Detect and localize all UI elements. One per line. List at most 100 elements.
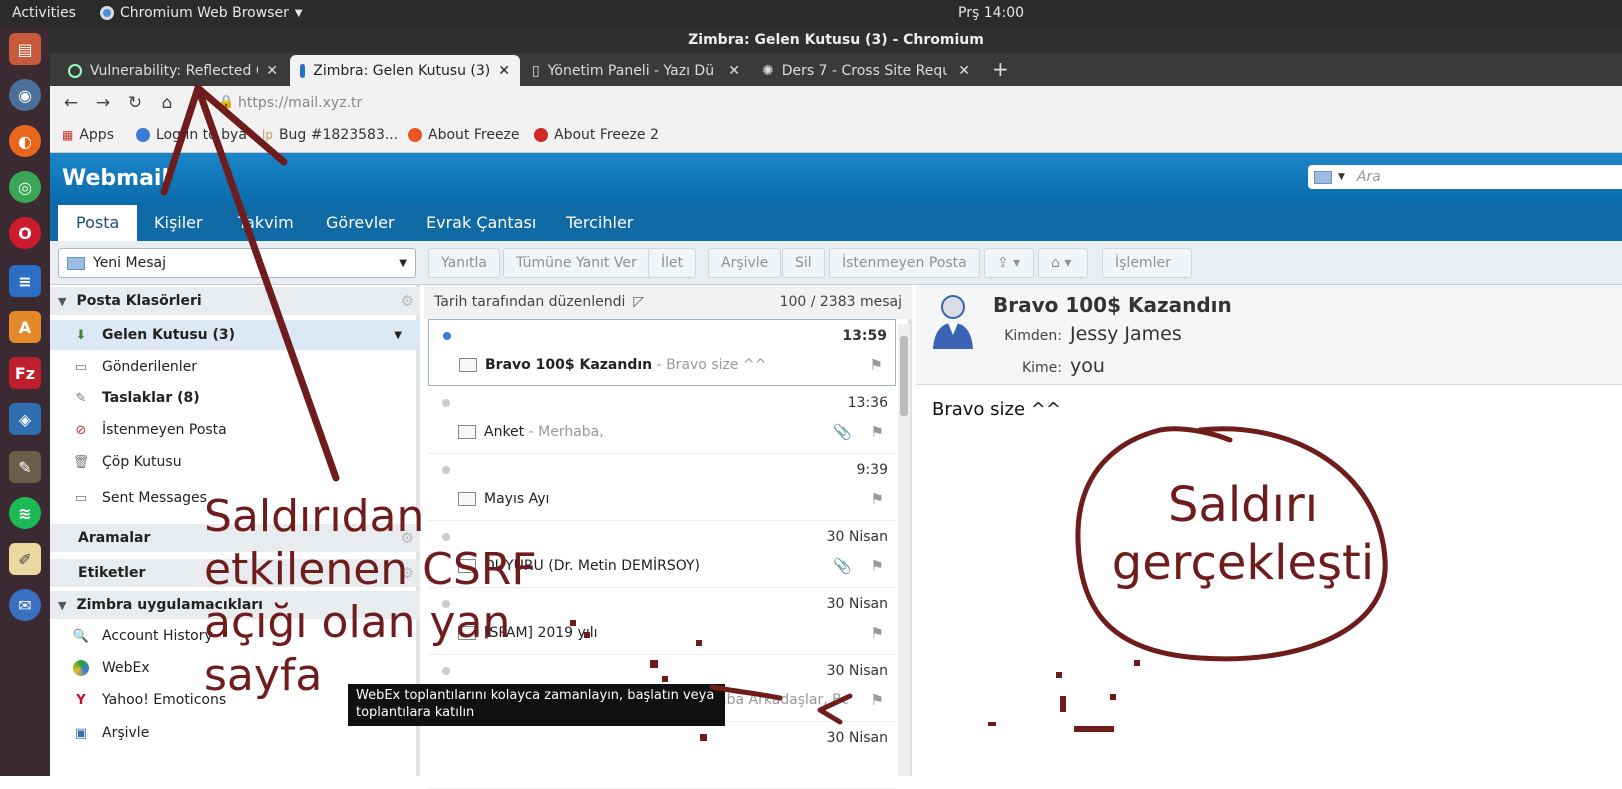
filezilla-icon[interactable]: Fz bbox=[9, 357, 41, 389]
tab-ders7[interactable]: ✺ Ders 7 - Cross Site Reques ✕ bbox=[752, 55, 980, 86]
url-field[interactable]: https://mail.xyz.tr bbox=[238, 95, 362, 111]
forward-button[interactable]: İlet bbox=[648, 248, 697, 278]
folder-trash[interactable]: 🗑 Çöp Kutusu bbox=[50, 447, 420, 477]
folder-label: İstenmeyen Posta bbox=[102, 422, 227, 438]
tab-tercihler[interactable]: Tercihler bbox=[548, 205, 651, 241]
archive-button[interactable]: Arşivle bbox=[708, 248, 782, 278]
close-tab-icon[interactable]: ✕ bbox=[498, 63, 510, 79]
app-menu-label: Chromium Web Browser bbox=[120, 5, 289, 21]
home-icon[interactable]: ⌂ bbox=[156, 93, 178, 113]
software-center-icon[interactable]: A bbox=[9, 311, 41, 343]
writer-icon[interactable]: ≡ bbox=[9, 265, 41, 297]
thunderbird-icon[interactable]: ✉ bbox=[9, 589, 41, 621]
search-box[interactable]: ▼ Ara bbox=[1308, 165, 1622, 189]
globe-icon bbox=[136, 128, 150, 142]
unread-dot-icon[interactable] bbox=[443, 332, 451, 340]
forward-icon[interactable]: → bbox=[92, 93, 114, 113]
search-input[interactable]: Ara bbox=[1357, 169, 1381, 185]
mail-folders-header[interactable]: ▼ Posta Klasörleri ⚙ bbox=[50, 287, 420, 315]
tab-takvim[interactable]: Takvim bbox=[220, 205, 312, 241]
delete-button[interactable]: Sil bbox=[782, 248, 825, 278]
opera-icon[interactable]: O bbox=[9, 217, 41, 249]
tab-kisiler[interactable]: Kişiler bbox=[136, 205, 221, 241]
tab-gorevler[interactable]: Görevler bbox=[308, 205, 413, 241]
tab-label: Vulnerability: Reflected C bbox=[89, 62, 259, 79]
archive-icon: ▣ bbox=[74, 725, 88, 741]
spotify-icon[interactable]: ≋ bbox=[9, 497, 41, 529]
chevron-down-icon[interactable]: ▼ bbox=[399, 258, 407, 269]
reply-all-button[interactable]: Tümüne Yanıt Ver bbox=[503, 248, 650, 278]
chevron-down-icon[interactable]: ▼ bbox=[394, 330, 402, 341]
files-icon[interactable]: ▤ bbox=[9, 33, 41, 65]
bookmark-apps[interactable]: ▦ Apps bbox=[62, 127, 114, 143]
bookmark-bug[interactable]: lp Bug #1823583... bbox=[262, 127, 398, 143]
bookmark-freeze[interactable]: About Freeze bbox=[408, 127, 520, 143]
message-time: 9:39 bbox=[856, 462, 888, 478]
gear-icon[interactable]: ⚙ bbox=[401, 292, 414, 310]
avatar bbox=[933, 295, 973, 349]
dvwa-favicon-icon bbox=[68, 63, 82, 78]
close-tab-icon[interactable]: ✕ bbox=[266, 63, 278, 79]
chevron-down-icon[interactable]: ▼ bbox=[1338, 172, 1345, 182]
gimp-icon[interactable]: ✎ bbox=[9, 451, 41, 483]
folder-drafts[interactable]: ✎ Taslaklar (8) bbox=[50, 383, 420, 413]
list-scrollbar[interactable] bbox=[898, 324, 910, 776]
launchpad-icon: lp bbox=[262, 128, 273, 142]
section-label: Aramalar bbox=[78, 530, 151, 546]
new-message-button[interactable]: Yeni Mesaj ▼ bbox=[58, 248, 416, 278]
virtualbox-icon[interactable]: ◈ bbox=[9, 403, 41, 435]
text-editor-icon[interactable]: ✐ bbox=[9, 543, 41, 575]
flag-icon[interactable]: ⚑ bbox=[871, 423, 884, 441]
tab-vulnerability[interactable]: Vulnerability: Reflected C ✕ bbox=[58, 55, 288, 86]
tag-button[interactable]: ⌂ ▾ bbox=[1038, 248, 1088, 278]
activities-button[interactable]: Activities bbox=[12, 5, 76, 21]
reply-button[interactable]: Yanıtla bbox=[428, 248, 500, 278]
tab-yonetim[interactable]: ▯ Yönetim Paneli - Yazı Düze ✕ bbox=[522, 55, 750, 86]
annotation-line: sayfa bbox=[204, 650, 323, 701]
bookmark-freeze-2[interactable]: About Freeze 2 bbox=[534, 127, 659, 143]
spam-button[interactable]: İstenmeyen Posta bbox=[829, 248, 980, 278]
list-item[interactable]: 30 Nisan bbox=[428, 722, 896, 789]
to-value[interactable]: you bbox=[1070, 355, 1105, 377]
sort-icon[interactable]: ◸ bbox=[633, 294, 644, 310]
flag-icon[interactable]: ⚑ bbox=[871, 691, 884, 709]
read-dot-icon[interactable] bbox=[442, 399, 450, 407]
folder-sent[interactable]: ▭ Gönderilenler bbox=[50, 352, 420, 382]
tab-zimbra[interactable]: Zimbra: Gelen Kutusu (3) ✕ bbox=[290, 55, 520, 86]
annotation-right: Saldırı gerçekleşti bbox=[1108, 476, 1378, 592]
folder-spam[interactable]: ⊘ İstenmeyen Posta bbox=[50, 415, 420, 445]
annotation-left: Saldırıdan etkilenen CSRF açığı olan yan… bbox=[204, 490, 537, 702]
move-button[interactable]: ⇪ ▾ bbox=[984, 248, 1034, 278]
bookmark-label: About Freeze 2 bbox=[554, 127, 659, 143]
firefox-icon[interactable]: ◐ bbox=[9, 125, 41, 157]
webex-icon bbox=[72, 660, 90, 676]
bookmark-login[interactable]: Log in to bya bbox=[136, 127, 247, 143]
read-dot-icon[interactable] bbox=[442, 466, 450, 474]
flag-icon[interactable]: ⚑ bbox=[870, 356, 883, 374]
from-value[interactable]: Jessy James bbox=[1070, 323, 1182, 345]
sort-label[interactable]: Tarih tarafından düzenlendi bbox=[434, 294, 625, 310]
folder-inbox[interactable]: ⬇ Gelen Kutusu (3) ▼ bbox=[50, 320, 420, 350]
actions-button[interactable]: İşlemler bbox=[1102, 248, 1192, 278]
reload-icon[interactable]: ↻ bbox=[124, 93, 146, 113]
chrome-icon[interactable]: ◎ bbox=[9, 171, 41, 203]
close-tab-icon[interactable]: ✕ bbox=[728, 63, 740, 79]
new-tab-button[interactable]: + bbox=[992, 57, 1009, 81]
tab-posta[interactable]: Posta bbox=[58, 205, 138, 241]
chromium-dock-icon[interactable]: ◉ bbox=[9, 79, 41, 111]
app-menu[interactable]: Chromium Web Browser ▼ bbox=[100, 5, 303, 21]
clock[interactable]: Prş 14:00 bbox=[958, 5, 1024, 21]
tag-icon: ⌂ ▾ bbox=[1051, 255, 1072, 271]
envelope-icon bbox=[458, 425, 476, 439]
tab-evrak-cantasi[interactable]: Evrak Çantası bbox=[408, 205, 554, 241]
lock-icon[interactable]: 🔒 bbox=[218, 95, 234, 110]
flag-icon[interactable]: ⚑ bbox=[871, 557, 884, 575]
close-tab-icon[interactable]: ✕ bbox=[958, 63, 970, 79]
list-item[interactable]: 13:36 Anket - Merhaba, 📎 ⚑ bbox=[428, 387, 896, 454]
flag-icon[interactable]: ⚑ bbox=[871, 490, 884, 508]
flag-icon[interactable]: ⚑ bbox=[871, 624, 884, 642]
scroll-thumb[interactable] bbox=[900, 336, 908, 416]
back-icon[interactable]: ← bbox=[60, 93, 82, 113]
triangle-down-icon: ▼ bbox=[58, 598, 67, 612]
list-item[interactable]: 13:59 Bravo 100$ Kazandın - Bravo size ^… bbox=[428, 319, 896, 386]
